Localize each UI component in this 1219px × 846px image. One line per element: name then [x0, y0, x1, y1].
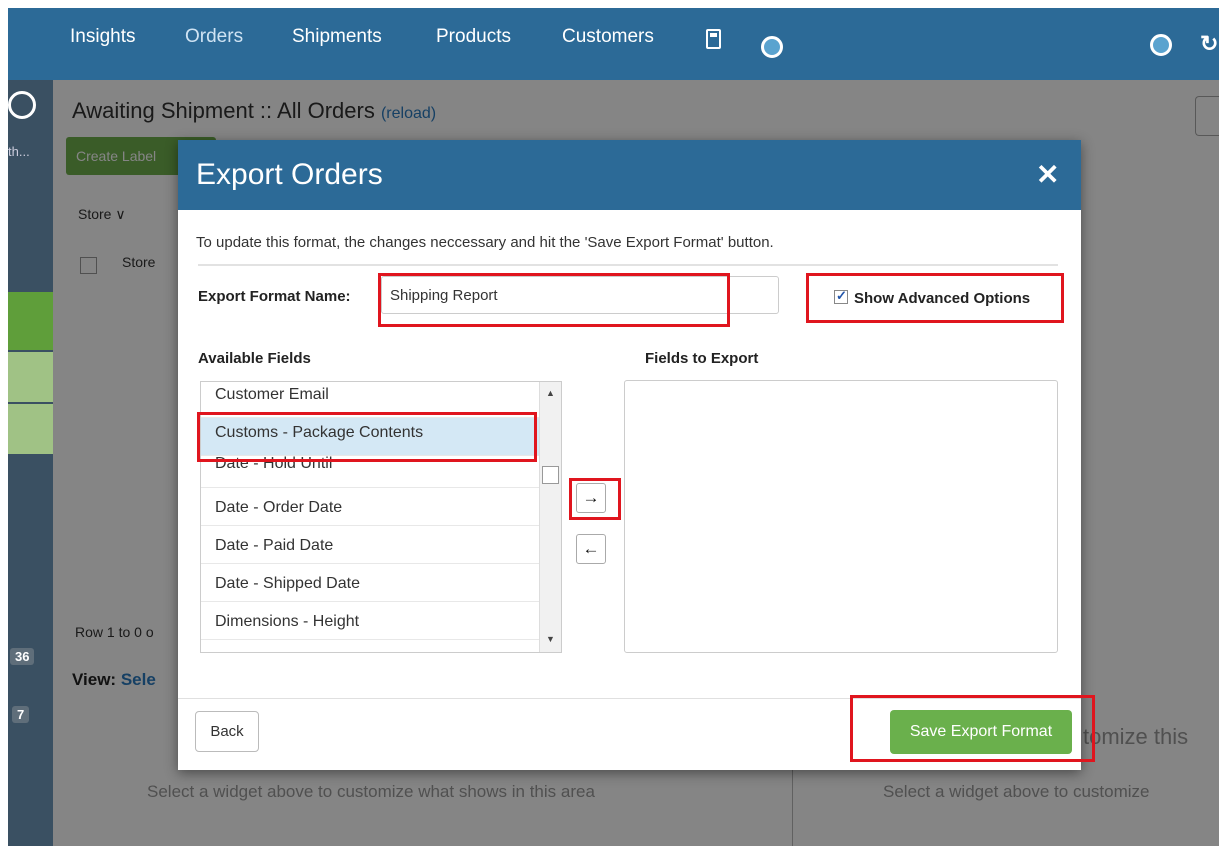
search-hint: th...: [8, 144, 30, 159]
count-badge-2: 7: [12, 706, 30, 723]
highlight-selected-field: [197, 412, 537, 462]
highlight-add-arrow: [569, 478, 621, 520]
list-item[interactable]: Date - Paid Date: [201, 526, 539, 564]
nav-shipments[interactable]: Shipments: [292, 26, 382, 48]
list-item[interactable]: Dimensions - Height: [201, 602, 539, 640]
status-icon[interactable]: [761, 36, 783, 58]
highlight-format-name: [378, 273, 730, 327]
close-icon[interactable]: ✕: [1036, 158, 1059, 191]
calculator-icon[interactable]: [706, 29, 721, 49]
count-badge: 36: [10, 648, 35, 665]
fields-to-export-label: Fields to Export: [645, 350, 759, 367]
remove-field-button[interactable]: ←: [576, 534, 606, 564]
fields-to-export-list[interactable]: [624, 380, 1058, 653]
nav-orders[interactable]: Orders: [185, 26, 243, 48]
scroll-up-icon[interactable]: ▲: [546, 388, 555, 398]
left-sidebar: [8, 80, 53, 846]
scrollbar-thumb[interactable]: [542, 466, 559, 484]
nav-customers[interactable]: Customers: [562, 26, 654, 48]
available-fields-label: Available Fields: [198, 350, 311, 367]
arrow-left-icon: ←: [582, 539, 600, 558]
modal-description: To update this format, the changes necce…: [196, 234, 774, 251]
modal-title: Export Orders: [196, 158, 383, 191]
sidebar-segment-light[interactable]: [8, 352, 53, 402]
nav-insights[interactable]: Insights: [70, 26, 135, 48]
highlight-save-button: [850, 695, 1095, 762]
divider: [198, 264, 1058, 266]
export-format-name-label: Export Format Name:: [198, 288, 351, 305]
sidebar-segment-light-2[interactable]: [8, 404, 53, 454]
list-item[interactable]: Date - Shipped Date: [201, 564, 539, 602]
refresh-icon[interactable]: ↻: [1200, 31, 1218, 57]
back-button[interactable]: Back: [195, 711, 259, 752]
list-scrollbar[interactable]: ▲ ▼: [539, 382, 561, 652]
highlight-advanced-options: [806, 273, 1064, 323]
scroll-down-icon[interactable]: ▼: [546, 634, 555, 644]
status-icon-right[interactable]: [1150, 34, 1172, 56]
nav-products[interactable]: Products: [436, 26, 511, 48]
sidebar-segment-green[interactable]: [8, 292, 53, 350]
list-item[interactable]: Date - Order Date: [201, 488, 539, 526]
search-icon[interactable]: [8, 91, 36, 119]
